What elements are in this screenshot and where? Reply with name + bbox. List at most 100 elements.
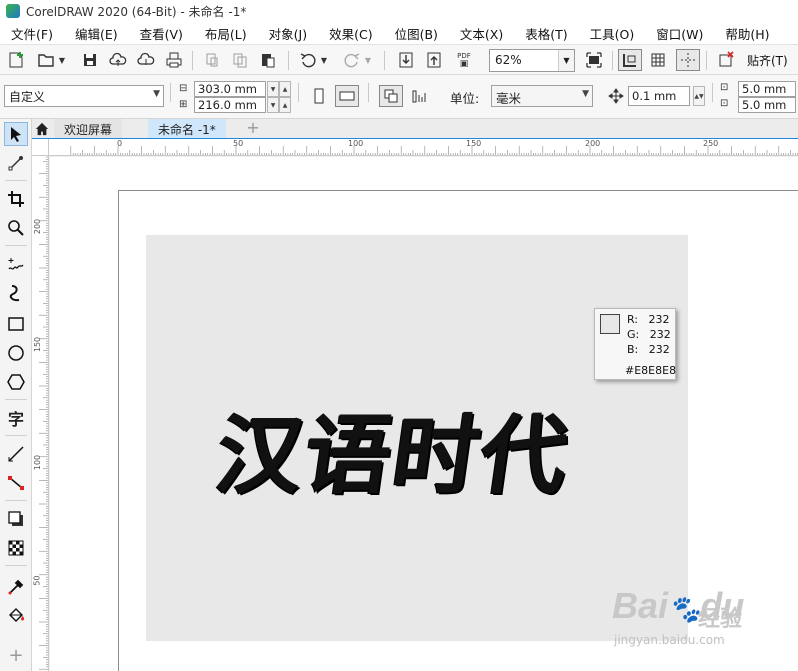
print-button[interactable] [162, 49, 186, 71]
freehand-tool[interactable] [4, 252, 28, 276]
paste-button[interactable] [256, 49, 280, 71]
interactive-fill-tool[interactable] [4, 604, 28, 628]
rectangle-tool[interactable] [4, 312, 28, 336]
import-icon [399, 52, 413, 68]
portrait-button[interactable] [307, 85, 331, 107]
print-icon [166, 52, 182, 68]
home-tab[interactable] [32, 119, 52, 138]
toolbox-divider [5, 399, 27, 400]
current-page-icon [412, 90, 426, 103]
current-page-button[interactable] [407, 85, 431, 107]
all-pages-button[interactable] [379, 85, 403, 107]
all-pages-icon [384, 89, 398, 103]
nudge-distance-input[interactable]: 0.1 mm [628, 86, 690, 106]
save-button[interactable] [78, 49, 102, 71]
copy-icon [233, 53, 247, 68]
color-swatch [600, 314, 620, 334]
vertical-ruler[interactable]: 200 150 100 50 [32, 156, 49, 671]
connector-tool[interactable] [4, 471, 28, 495]
eyedropper-icon [8, 579, 24, 595]
shape-tool[interactable] [4, 151, 28, 175]
duplicate-distance-y-input[interactable]: 5.0 mm [738, 97, 796, 113]
menu-object[interactable]: 对象(J) [258, 24, 318, 43]
page-size-preset-select[interactable]: 自定义 ▼ [4, 85, 164, 107]
tab-welcome-screen[interactable]: 欢迎屏幕 [54, 119, 123, 138]
export-icon [427, 52, 441, 68]
publish-pdf-button[interactable]: PDF ▣ [452, 49, 476, 71]
drop-shadow-tool[interactable] [4, 507, 28, 531]
undo-icon [300, 53, 316, 68]
show-grid-button[interactable] [646, 49, 670, 71]
menu-file[interactable]: 文件(F) [0, 24, 64, 43]
node-edit-icon [8, 156, 23, 171]
cloud-share-button[interactable] [134, 49, 158, 71]
menu-effects[interactable]: 效果(C) [318, 24, 383, 43]
new-document-button[interactable] [4, 49, 28, 71]
ruler-label: 0 [117, 139, 123, 148]
quick-customize-button[interactable]: + [4, 643, 28, 667]
menu-edit[interactable]: 编辑(E) [64, 24, 129, 43]
calligraphy-title-text[interactable]: 汉语时代 [209, 385, 627, 510]
ellipse-tool[interactable] [4, 341, 28, 365]
chevron-down-icon: ▼ [364, 55, 372, 65]
zoom-tool[interactable] [4, 216, 28, 240]
show-rulers-button[interactable] [618, 49, 642, 71]
redo-button[interactable] [340, 49, 364, 71]
page-height-input[interactable]: 216.0 mm [194, 97, 266, 113]
page-width-input[interactable]: 303.0 mm [194, 81, 266, 97]
property-bar: 自定义 ▼ ⊟ 303.0 mm ▼ ▲ ⊞ 216.0 mm ▼ ▲ 单位: … [0, 75, 798, 119]
duplicate-distance-x-input[interactable]: 5.0 mm [738, 81, 796, 97]
open-dropdown-button[interactable]: ▼ [56, 49, 68, 71]
full-screen-icon [586, 52, 602, 68]
pick-tool[interactable] [4, 122, 28, 146]
crop-tool[interactable] [4, 187, 28, 211]
menu-table[interactable]: 表格(T) [514, 24, 578, 43]
units-select[interactable]: 毫米 ▼ [491, 85, 593, 107]
tab-untitled-document[interactable]: 未命名 -1* [148, 119, 226, 138]
artistic-media-tool[interactable] [4, 281, 28, 305]
show-guidelines-button[interactable] [676, 49, 700, 71]
menu-text[interactable]: 文本(X) [449, 24, 514, 43]
baidu-jingyan-watermark: Bai🐾du 经验 jingyan.baidu.com [612, 585, 772, 655]
ruler-label: 200 [585, 139, 601, 148]
redo-icon [344, 53, 360, 68]
zoom-level-select[interactable]: 62% ▼ [489, 49, 575, 72]
snap-to-label[interactable]: 贴齐(T) [747, 52, 788, 69]
chevron-down-icon[interactable]: ▼ [558, 50, 574, 71]
cut-button[interactable] [200, 49, 224, 71]
cloud-upload-button[interactable] [106, 49, 130, 71]
menu-layout[interactable]: 布局(L) [194, 24, 258, 43]
import-button[interactable] [394, 49, 418, 71]
menu-tools[interactable]: 工具(O) [579, 24, 646, 43]
transparency-tool[interactable] [4, 536, 28, 560]
horizontal-ruler[interactable]: 0 50 100 150 200 250 [32, 139, 798, 156]
undo-dropdown-button[interactable]: ▼ [318, 49, 330, 71]
text-tool[interactable]: 字 [4, 406, 28, 430]
snap-to-button[interactable] [714, 49, 738, 71]
color-eyedropper-tool[interactable] [4, 575, 28, 599]
connector-icon [8, 476, 24, 490]
menu-window[interactable]: 窗口(W) [645, 24, 714, 43]
undo-button[interactable] [296, 49, 320, 71]
parallel-dimension-tool[interactable] [4, 442, 28, 466]
nudge-distance-spinner[interactable]: ▲▼ [693, 86, 705, 106]
full-screen-button[interactable] [582, 49, 606, 71]
menu-view[interactable]: 查看(V) [129, 24, 194, 43]
menu-help[interactable]: 帮助(H) [714, 24, 780, 43]
open-button[interactable] [34, 49, 58, 71]
page-width-up-spinner[interactable]: ▲ [279, 81, 291, 97]
page-width-down-spinner[interactable]: ▼ [267, 81, 279, 97]
redo-dropdown-button[interactable]: ▼ [362, 49, 374, 71]
page-height-down-spinner[interactable]: ▼ [267, 97, 279, 113]
copy-button[interactable] [228, 49, 252, 71]
add-tab-button[interactable]: + [244, 120, 262, 137]
landscape-button[interactable] [335, 85, 359, 107]
export-button[interactable] [422, 49, 446, 71]
artwork-background[interactable]: 汉语时代 [146, 235, 688, 641]
ruler-origin-corner[interactable] [32, 139, 49, 156]
polygon-tool[interactable] [4, 370, 28, 394]
crop-icon [8, 191, 24, 207]
document-tab-bar: 欢迎屏幕 未命名 -1* + [32, 119, 798, 139]
menu-bitmaps[interactable]: 位图(B) [384, 24, 449, 43]
page-height-up-spinner[interactable]: ▲ [279, 97, 291, 113]
